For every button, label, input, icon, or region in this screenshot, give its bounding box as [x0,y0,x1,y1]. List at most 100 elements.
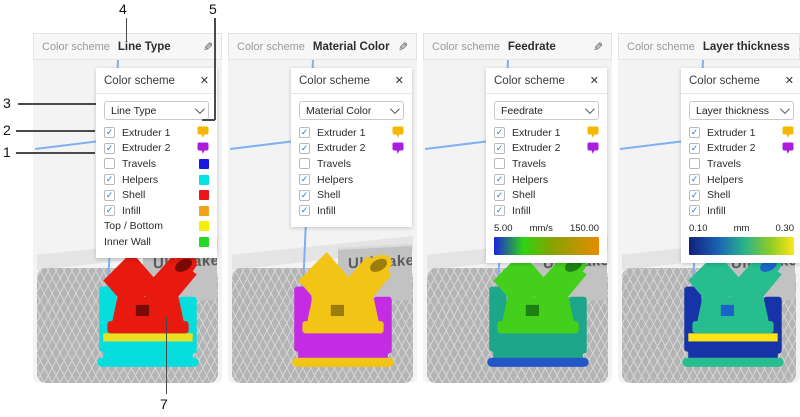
legend-label: Extruder 2 [122,142,170,154]
checkbox-travels[interactable] [494,158,505,169]
dropdown-value: Layer thickness [696,105,769,117]
gradient-bar [689,237,794,255]
checkbox-shell[interactable]: ✓ [689,190,700,201]
panel-body: Line Type ✓ Extruder 1 ✓ Extruder 2 Travels ✓… [96,94,217,258]
legend-row: ✓Infill [689,203,794,219]
legend-label: Extruder 1 [707,127,755,139]
legend-row: ✓ Helpers [104,172,209,188]
edit-icon[interactable]: ✎ [203,40,213,54]
checkbox-infill[interactable]: ✓ [689,205,700,216]
color-scheme-header: Color scheme Material Color ✎ [228,33,417,60]
checkbox-shell[interactable]: ✓ [299,190,310,201]
legend-label: Travels [707,158,741,170]
panel-header: Color scheme ✕ [486,68,607,94]
legend-label: Extruder 2 [317,142,365,154]
color-scheme-dropdown[interactable]: Line Type [104,101,209,120]
gradient-bar [494,237,599,255]
legend-rows: ✓Extruder 1✓Extruder 2Travels✓Helpers✓Sh… [299,125,404,219]
checkbox-infill[interactable]: ✓ [299,205,310,216]
edit-icon[interactable]: ✎ [593,40,603,54]
checkbox-travels[interactable] [299,158,310,169]
header-value: Line Type [118,41,171,53]
checkbox-extruder-1[interactable]: ✓ [104,127,115,138]
close-icon[interactable]: ✕ [785,74,794,87]
legend-label: Helpers [707,174,743,186]
legend-label: Inner Wall [104,236,151,248]
close-icon[interactable]: ✕ [395,74,404,87]
legend-rows: ✓Extruder 1✓Extruder 2Travels✓Helpers✓Sh… [494,125,599,219]
panel-title: Color scheme [104,75,175,87]
legend-label: Helpers [317,174,353,186]
color-swatch [199,175,209,185]
panel-header: Color scheme ✕ [291,68,412,94]
legend-row: ✓ Extruder 2 [299,141,404,157]
legend-label: Infill [317,205,336,217]
scale-labels: 5.00 mm/s 150.00 [494,223,599,234]
legend-row: ✓ Extruder 1 [104,125,209,141]
color-scheme-dropdown[interactable]: Feedrate [494,101,599,120]
legend-label: Shell [317,189,340,201]
legend-row: Travels [689,156,794,172]
checkbox-travels[interactable] [104,158,115,169]
legend-row: ✓ Extruder 1 [689,125,794,141]
checkbox-infill[interactable]: ✓ [494,205,505,216]
checkbox-shell[interactable]: ✓ [494,190,505,201]
legend-row: ✓ Infill [299,203,404,219]
color-scheme-header: Color scheme Line Type ✎ [33,33,222,60]
legend-label: Extruder 1 [512,127,560,139]
color-scheme-panel: Color scheme ✕ Layer thickness ✓ Extruder… [681,68,800,263]
legend-label: Extruder 2 [707,142,755,154]
checkbox-extruder-2[interactable]: ✓ [494,143,505,154]
legend-label: Shell [512,189,535,201]
checkbox-travels[interactable] [689,158,700,169]
color-scheme-dropdown[interactable]: Layer thickness [689,101,794,120]
checkbox-shell[interactable]: ✓ [104,190,115,201]
leader-line [214,18,216,120]
material-swatch [392,142,404,155]
viewport-scene: Ultimaker Color scheme ✕ Fee [423,60,612,383]
checkbox-helpers[interactable]: ✓ [104,174,115,185]
legend-row: Travels [494,156,599,172]
close-icon[interactable]: ✕ [200,74,209,87]
legend-row: ✓ Shell [299,187,404,203]
checkbox-infill[interactable]: ✓ [104,205,115,216]
leader-line [16,152,95,154]
leader-line [16,130,95,132]
checkbox-helpers[interactable]: ✓ [299,174,310,185]
legend-label: Helpers [122,174,158,186]
color-scheme-dropdown[interactable]: Material Color [299,101,404,120]
legend-row: ✓ Helpers [299,172,404,188]
scale-min: 5.00 [494,223,513,234]
viewport-line-type: Color scheme Line Type ✎ Ultimaker Color [33,33,222,383]
model-preview [89,246,207,378]
legend-row: Travels [299,156,404,172]
checkbox-extruder-1[interactable]: ✓ [299,127,310,138]
material-swatch [587,126,599,139]
panel-title: Color scheme [689,75,760,87]
color-swatch [199,206,209,216]
legend-row: ✓Shell [104,187,209,203]
color-scheme-panel: Color scheme ✕ Material Color ✓ Extruder … [291,68,412,227]
color-swatch [199,237,209,247]
legend-label: Travels [512,158,546,170]
legend-label: Top / Bottom [104,220,163,232]
material-swatch [392,126,404,139]
checkbox-helpers[interactable]: ✓ [689,174,700,185]
panel-body: Material Color ✓Extruder 1✓Extruder 2Tra… [291,94,412,227]
checkbox-extruder-2[interactable]: ✓ [104,143,115,154]
checkbox-extruder-1[interactable]: ✓ [494,127,505,138]
chevron-down-icon [780,104,790,114]
edit-icon[interactable]: ✎ [398,40,408,54]
checkbox-extruder-2[interactable]: ✓ [689,143,700,154]
legend-label: Extruder 2 [512,142,560,154]
legend-label: Extruder 1 [122,127,170,139]
checkbox-extruder-1[interactable]: ✓ [689,127,700,138]
legend-label: Travels [122,158,156,170]
panel-header: Color scheme ✕ [681,68,800,94]
checkbox-extruder-2[interactable]: ✓ [299,143,310,154]
close-icon[interactable]: ✕ [590,74,599,87]
legend-row: ✓ Extruder 1 [494,125,599,141]
annotation-1: 1 [3,144,11,160]
checkbox-helpers[interactable]: ✓ [494,174,505,185]
scale-labels: 0.10 mm 0.30 [689,223,794,234]
